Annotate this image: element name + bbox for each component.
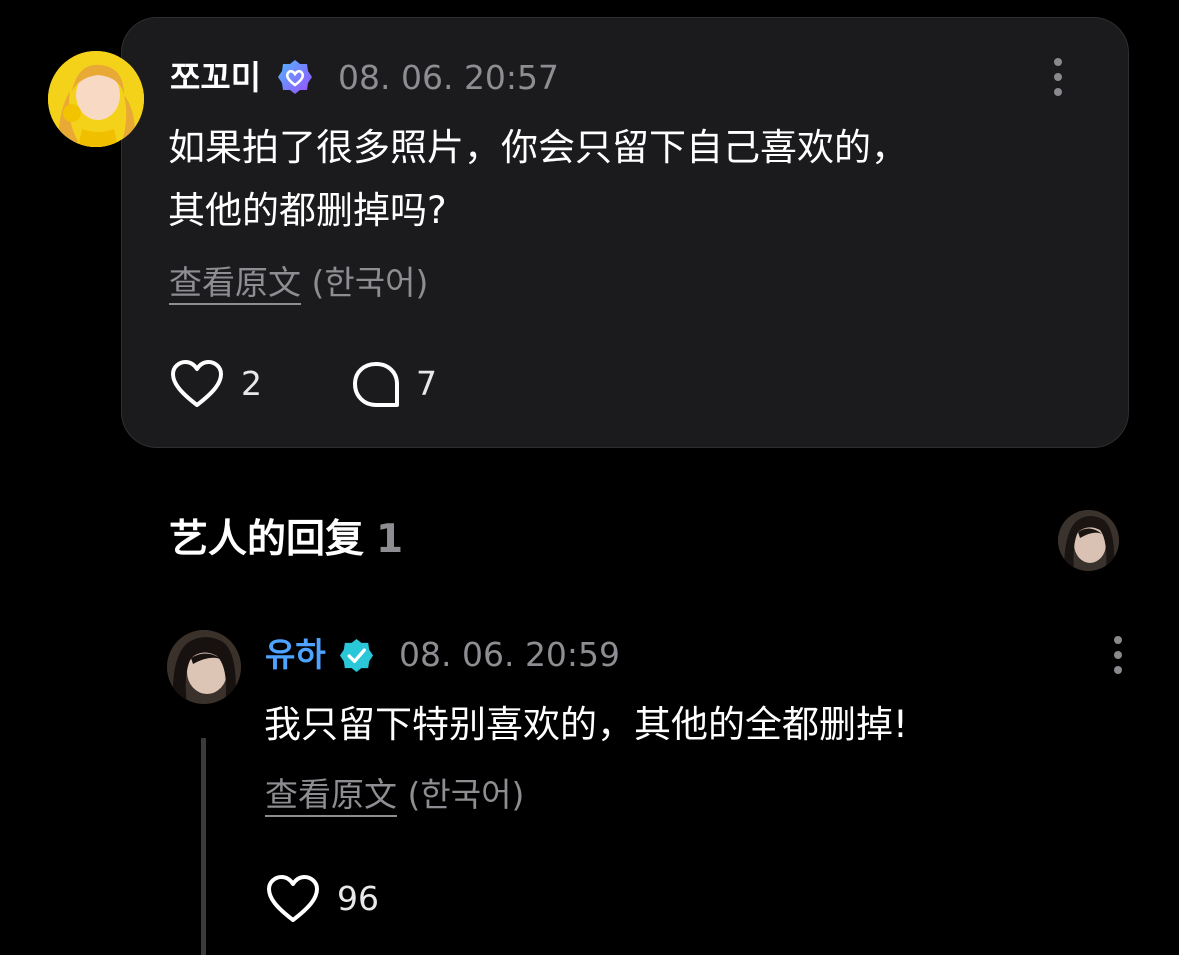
verified-badge-icon [276,58,314,100]
heart-icon[interactable] [170,359,224,413]
reply-avatar[interactable] [167,630,241,704]
reply-like-count: 96 [337,879,379,918]
post-text-line-2: 其他的都删掉吗? [168,189,447,232]
post-author-name[interactable]: 쪼꼬미 [170,61,261,94]
post-translate: 查看原文 (한국어) [169,266,428,299]
artist-reply-heading: 艺人的回复 1 [169,520,403,559]
reply-text: 我只留下特别喜欢的，其他的全都删掉! [264,703,908,746]
artist-avatar[interactable] [1058,510,1119,571]
reply-timestamp: 08. 06. 20:59 [399,635,621,674]
post-like-count: 2 [241,364,262,403]
post-text-line-1: 如果拍了很多照片，你会只留下自己喜欢的， [168,126,908,169]
avatar[interactable] [48,51,144,147]
heart-icon[interactable] [266,874,320,928]
more-icon[interactable] [1114,636,1124,681]
view-original-link[interactable]: 查看原文 [169,263,301,302]
post-comment-count: 7 [416,364,437,403]
original-language-label: (한국어) [311,263,429,302]
post-timestamp: 08. 06. 20:57 [338,58,560,97]
artist-reply-count: 1 [376,517,404,562]
verified-badge-icon [338,637,375,678]
reply-translate: 查看原文 (한국어) [265,778,524,811]
artist-reply-title: 艺人的回复 [169,517,365,562]
more-icon[interactable] [1054,58,1064,103]
view-original-link[interactable]: 查看原文 [265,775,397,814]
thread-connector [201,738,206,955]
comment-icon[interactable] [351,361,401,413]
reply-author-name[interactable]: 유하 [265,638,326,671]
original-language-label: (한국어) [407,775,525,814]
